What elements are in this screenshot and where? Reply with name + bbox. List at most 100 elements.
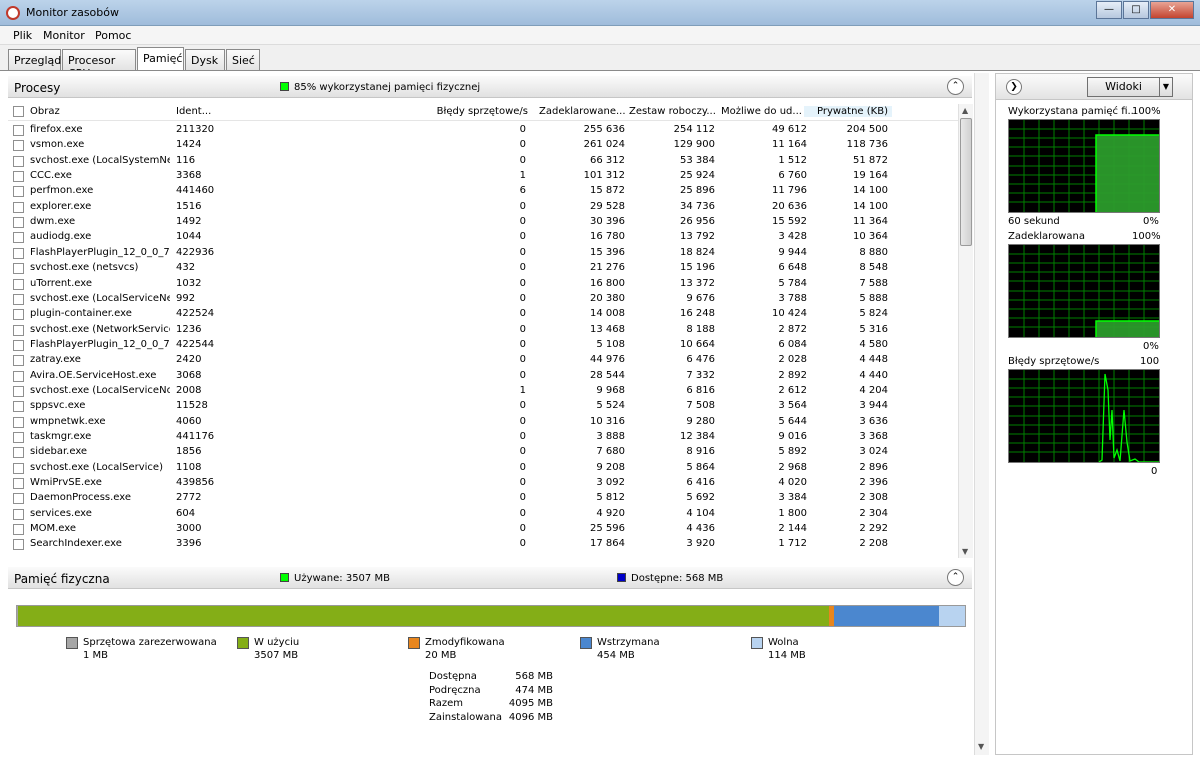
table-row[interactable]: WmiPrvSE.exe 439856 0 3 092 6 416 4 020 2 396 bbox=[8, 476, 958, 491]
table-row[interactable]: wmpnetwk.exe 4060 0 10 316 9 280 5 644 3 636 bbox=[8, 415, 958, 430]
row-checkbox[interactable] bbox=[13, 247, 24, 259]
memory-segment-4 bbox=[938, 606, 965, 626]
expand-pane-icon[interactable]: ❯ bbox=[1006, 79, 1022, 95]
table-row[interactable]: FlashPlayerPlugin_12_0_0_7... 422936 0 15 3… bbox=[8, 246, 958, 261]
graph2-title: Zadeklarowana bbox=[1008, 231, 1085, 242]
row-checkbox[interactable] bbox=[13, 416, 24, 428]
row-checkbox[interactable] bbox=[13, 171, 24, 183]
column-hard-faults[interactable]: Błędy sprzętowe/s bbox=[408, 106, 528, 117]
row-checkbox[interactable] bbox=[13, 278, 24, 290]
column-shareable[interactable]: Możliwe do ud... bbox=[721, 106, 807, 117]
row-checkbox[interactable] bbox=[13, 125, 24, 136]
main-scroll-down-icon[interactable]: ▼ bbox=[978, 742, 984, 751]
column-pid[interactable]: Ident... bbox=[176, 106, 218, 117]
row-checkbox[interactable] bbox=[13, 432, 24, 443]
scroll-thumb[interactable] bbox=[960, 118, 972, 246]
row-checkbox[interactable] bbox=[13, 462, 24, 474]
row-checkbox[interactable] bbox=[13, 293, 24, 305]
row-checkbox[interactable] bbox=[13, 309, 24, 321]
views-button[interactable]: Widoki bbox=[1087, 77, 1160, 97]
tab-memory[interactable]: Pamięć bbox=[137, 47, 184, 71]
tab-cpu[interactable]: Procesor CPU bbox=[62, 49, 136, 80]
available-legend-swatch bbox=[617, 573, 626, 582]
row-checkbox[interactable] bbox=[13, 232, 24, 244]
row-checkbox[interactable] bbox=[13, 155, 24, 167]
table-row[interactable]: DaemonProcess.exe 2772 0 5 812 5 692 3 384 2 3… bbox=[8, 491, 958, 506]
table-row[interactable]: explorer.exe 1516 0 29 528 34 736 20 636 14 10… bbox=[8, 200, 958, 215]
table-row[interactable]: svchost.exe (LocalService) 1108 0 9 208 5 86… bbox=[8, 461, 958, 476]
row-checkbox[interactable] bbox=[13, 370, 24, 382]
select-all-checkbox[interactable] bbox=[13, 106, 24, 117]
row-checkbox[interactable] bbox=[13, 401, 24, 413]
column-working-set[interactable]: Zestaw roboczy... bbox=[629, 106, 715, 117]
table-row[interactable]: vsmon.exe 1424 0 261 024 129 900 11 164 118 73… bbox=[8, 138, 958, 153]
tab-overview[interactable]: Przegląd bbox=[8, 49, 61, 70]
minimize-button[interactable]: — bbox=[1096, 1, 1122, 19]
cell-working-set: 5 864 bbox=[686, 461, 715, 473]
table-row[interactable]: svchost.exe (netsvcs) 432 0 21 276 15 196 6 6… bbox=[8, 261, 958, 276]
scroll-down-icon[interactable]: ▼ bbox=[962, 547, 968, 556]
table-row[interactable]: plugin-container.exe 422524 0 14 008 16 248 1… bbox=[8, 307, 958, 322]
row-checkbox[interactable] bbox=[13, 140, 24, 152]
table-row[interactable]: zatray.exe 2420 0 44 976 6 476 2 028 4 448 bbox=[8, 353, 958, 368]
cell-shareable: 2 968 bbox=[778, 461, 807, 473]
maximize-button[interactable]: □ bbox=[1123, 1, 1149, 19]
table-row[interactable]: firefox.exe 211320 0 255 636 254 112 49 612 20… bbox=[8, 123, 958, 138]
cell-commit: 14 008 bbox=[590, 308, 625, 320]
row-checkbox[interactable] bbox=[13, 355, 24, 367]
tab-network[interactable]: Sieć bbox=[226, 49, 260, 70]
table-row[interactable]: dwm.exe 1492 0 30 396 26 956 15 592 11 364 bbox=[8, 215, 958, 230]
row-checkbox[interactable] bbox=[13, 447, 24, 459]
table-row[interactable]: taskmgr.exe 441176 0 3 888 12 384 9 016 3 368 bbox=[8, 430, 958, 445]
cell-shareable: 6 648 bbox=[778, 262, 807, 274]
row-checkbox[interactable] bbox=[13, 263, 24, 275]
cell-commit: 66 312 bbox=[590, 154, 625, 166]
row-checkbox[interactable] bbox=[13, 217, 24, 229]
views-dropdown-icon[interactable]: ▼ bbox=[1159, 77, 1173, 97]
table-row[interactable]: SearchIndexer.exe 3396 0 17 864 3 920 1 712 2 … bbox=[8, 537, 958, 552]
table-row[interactable]: FlashPlayerPlugin_12_0_0_7... 422544 0 5 10… bbox=[8, 338, 958, 353]
row-checkbox[interactable] bbox=[13, 539, 24, 551]
table-row[interactable]: perfmon.exe 441460 6 15 872 25 896 11 796 14 1… bbox=[8, 184, 958, 199]
table-row[interactable]: uTorrent.exe 1032 0 16 800 13 372 5 784 7 588 bbox=[8, 277, 958, 292]
table-row[interactable]: svchost.exe (LocalServiceNo... 2008 1 9 968… bbox=[8, 384, 958, 399]
column-commit[interactable]: Zadeklarowane... bbox=[539, 106, 625, 117]
table-row[interactable]: Avira.OE.ServiceHost.exe 3068 0 28 544 7 332… bbox=[8, 369, 958, 384]
physical-memory-header[interactable]: Pamięć fizyczna Używane: 3507 MB Dostępn… bbox=[8, 567, 972, 589]
table-row[interactable]: sppsvc.exe 11528 0 5 524 7 508 3 564 3 944 bbox=[8, 399, 958, 414]
column-private[interactable]: Prywatne (KB) bbox=[804, 106, 892, 117]
table-row[interactable]: svchost.exe (LocalServiceNet... 992 0 20 38… bbox=[8, 292, 958, 307]
tab-disk[interactable]: Dysk bbox=[185, 49, 225, 70]
table-row[interactable]: services.exe 604 0 4 920 4 104 1 800 2 304 bbox=[8, 507, 958, 522]
table-row[interactable]: svchost.exe (LocalSystemNet... 116 0 66 312… bbox=[8, 154, 958, 169]
graph1-title: Wykorzystana pamięć fi... bbox=[1008, 106, 1138, 117]
row-checkbox[interactable] bbox=[13, 478, 24, 490]
scroll-up-icon[interactable]: ▲ bbox=[962, 106, 968, 115]
collapse-physical-memory-button[interactable]: ⌃ bbox=[947, 569, 964, 586]
column-image[interactable]: Obraz bbox=[30, 106, 170, 117]
cell-image: svchost.exe (netsvcs) bbox=[30, 262, 139, 274]
menu-monitor[interactable]: Monitor bbox=[43, 29, 85, 42]
row-checkbox[interactable] bbox=[13, 201, 24, 213]
row-checkbox[interactable] bbox=[13, 524, 24, 536]
cell-image: vsmon.exe bbox=[30, 139, 85, 151]
legend-swatch bbox=[237, 637, 249, 649]
process-scrollbar[interactable]: ▲ ▼ bbox=[958, 104, 973, 558]
row-checkbox[interactable] bbox=[13, 339, 24, 351]
table-row[interactable]: svchost.exe (NetworkService) 1236 0 13 468 8… bbox=[8, 323, 958, 338]
menu-file[interactable]: Plik bbox=[13, 29, 32, 42]
menu-help[interactable]: Pomoc bbox=[95, 29, 131, 42]
row-checkbox[interactable] bbox=[13, 493, 24, 505]
row-checkbox[interactable] bbox=[13, 324, 24, 336]
row-checkbox[interactable] bbox=[13, 186, 24, 198]
processes-header[interactable]: Procesy 85% wykorzystanej pamięci fizycz… bbox=[8, 76, 972, 98]
table-row[interactable]: CCC.exe 3368 1 101 312 25 924 6 760 19 164 bbox=[8, 169, 958, 184]
row-checkbox[interactable] bbox=[13, 508, 24, 520]
collapse-processes-button[interactable]: ⌃ bbox=[947, 78, 964, 95]
close-button[interactable]: ✕ bbox=[1150, 1, 1194, 19]
table-row[interactable]: sidebar.exe 1856 0 7 680 8 916 5 892 3 024 bbox=[8, 445, 958, 460]
table-row[interactable]: MOM.exe 3000 0 25 596 4 436 2 144 2 292 bbox=[8, 522, 958, 537]
row-checkbox[interactable] bbox=[13, 385, 24, 397]
table-row[interactable]: audiodg.exe 1044 0 16 780 13 792 3 428 10 364 bbox=[8, 230, 958, 245]
main-scrollbar[interactable]: ▼ bbox=[974, 73, 989, 755]
